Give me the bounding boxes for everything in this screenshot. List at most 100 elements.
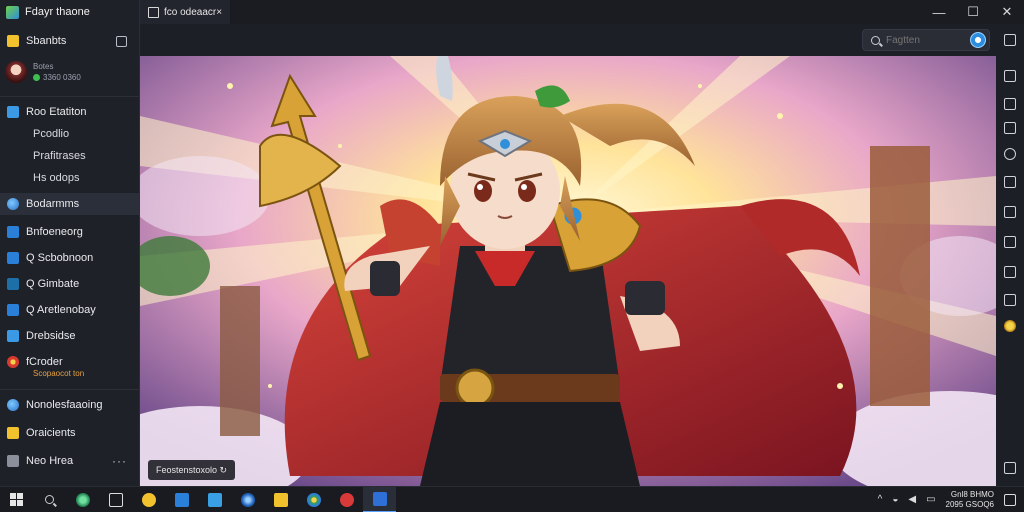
taskbar-app[interactable] xyxy=(132,487,165,512)
diamond-icon xyxy=(7,399,19,411)
divider xyxy=(0,96,139,97)
minimize-button[interactable]: — xyxy=(922,0,956,24)
share-icon[interactable] xyxy=(1004,266,1016,278)
taskbar-app-active[interactable] xyxy=(363,486,396,512)
sidebar-subitem[interactable]: Pcodlio xyxy=(0,123,139,145)
avatar[interactable] xyxy=(5,61,27,83)
edit-icon[interactable] xyxy=(1004,206,1016,218)
maximize-button[interactable]: ☐ xyxy=(956,0,990,24)
sidebar-item-sublabel: Scopaocot ton xyxy=(33,369,85,378)
grid-icon xyxy=(7,278,19,290)
main-image-viewer[interactable]: Feostenstoxolo ↻ xyxy=(140,56,996,486)
more-options-icon[interactable]: ··· xyxy=(112,454,127,468)
tab-label: fco odeaacr× xyxy=(164,6,223,18)
taskbar-app[interactable] xyxy=(165,487,198,512)
window-titlebar: fco odeaacr× — ☐ ✕ xyxy=(140,0,1024,24)
history-icon[interactable] xyxy=(1004,148,1016,160)
sidebar-item-home[interactable]: Roo Etatiton xyxy=(0,101,139,123)
sidebar-item-label: Oraicients xyxy=(26,427,76,439)
app-logo-icon xyxy=(6,5,19,19)
edge-icon xyxy=(240,492,255,507)
app-title: Fdayr thaone xyxy=(25,6,90,18)
taskbar-app[interactable] xyxy=(198,487,231,512)
search-icon xyxy=(871,35,880,45)
taskbar-app[interactable] xyxy=(66,487,99,512)
sidebar-item-label: Q Aretlenobay xyxy=(26,304,96,316)
sidebar-item-label: Q Scbobnoon xyxy=(26,252,94,264)
wifi-icon[interactable]: ◒ xyxy=(892,494,898,505)
battery-icon[interactable]: ▭ xyxy=(926,494,935,505)
taskbar-app[interactable] xyxy=(231,487,264,512)
taskbar-search-button[interactable] xyxy=(33,487,66,512)
profile-card[interactable]: Botes 3360 0360 xyxy=(0,52,139,92)
close-button[interactable]: ✕ xyxy=(990,0,1024,24)
sidebar-item[interactable]: Q Gimbate xyxy=(0,273,139,295)
sidebar-item[interactable]: Drebsidse xyxy=(0,325,139,347)
clock[interactable]: Gnl8 BHMO 2095 GSOQ6 xyxy=(946,490,994,510)
sidebar-subitem[interactable]: Prafitrases xyxy=(0,145,139,167)
fullscreen-icon[interactable] xyxy=(1004,462,1016,474)
clock-time: Gnl8 BHMO xyxy=(950,489,994,499)
search-input[interactable] xyxy=(886,34,956,46)
markup-icon[interactable] xyxy=(1004,294,1016,306)
bookmark-icon[interactable] xyxy=(1004,236,1016,248)
tab-page-icon xyxy=(148,6,159,18)
online-status-icon xyxy=(33,74,40,82)
sidebar-subitem[interactable]: Hs odops xyxy=(0,167,139,189)
sidebar-header[interactable]: Sbanbts xyxy=(0,30,139,52)
widgets-icon xyxy=(141,492,156,507)
premium-icon[interactable] xyxy=(1004,320,1016,332)
sidebar-item-label: Pcodlio xyxy=(33,128,70,140)
system-tray: ^ ◒ ◀ ▭ Gnl8 BHMO 2095 GSOQ6 xyxy=(878,490,1024,510)
chevron-up-icon[interactable]: ^ xyxy=(878,494,883,505)
photos-icon xyxy=(207,492,222,507)
sidebar-item-label: Nonolesfaaoing xyxy=(26,399,103,411)
app-titlebar: Fdayr thaone xyxy=(0,0,139,24)
sidebar: Fdayr thaone Sbanbts Botes 3360 0360 Roo… xyxy=(0,0,140,486)
taskbar-app[interactable] xyxy=(99,487,132,512)
copilot-icon[interactable] xyxy=(970,32,986,48)
sidebar-header-label: Sbanbts xyxy=(26,35,67,47)
compose-icon[interactable] xyxy=(116,35,127,47)
sidebar-item-label: Neo Hrea xyxy=(26,455,74,467)
home-icon xyxy=(7,106,19,118)
start-button[interactable] xyxy=(0,487,33,512)
sidebar-item[interactable]: Nonolesfaaoing xyxy=(0,394,139,416)
image-caption: Feostenstoxolo ↻ xyxy=(148,460,236,480)
sidebar-item-active[interactable]: Bodarmms xyxy=(0,193,139,215)
sidebar-item[interactable]: Q Aretlenobay xyxy=(0,299,139,321)
volume-icon[interactable]: ◀ xyxy=(908,494,916,505)
chat-icon xyxy=(7,226,19,238)
search-box[interactable] xyxy=(862,29,990,51)
divider xyxy=(0,389,139,390)
mail-icon xyxy=(7,455,19,467)
crop-icon[interactable] xyxy=(1004,70,1016,82)
search-icon xyxy=(45,495,54,504)
layers-icon[interactable] xyxy=(1004,98,1016,110)
taskbar-app[interactable] xyxy=(264,487,297,512)
right-tool-rail xyxy=(996,24,1024,486)
profile-name: Botes xyxy=(33,62,54,71)
filter-icon[interactable] xyxy=(1004,176,1016,188)
taskbar-app[interactable] xyxy=(330,487,363,512)
toolbar xyxy=(140,24,996,56)
taskbar-app[interactable] xyxy=(297,487,330,512)
file-explorer-icon xyxy=(273,492,288,507)
adjust-icon[interactable] xyxy=(1004,122,1016,134)
sidebar-item[interactable]: Q Scbobnoon xyxy=(0,247,139,269)
expand-icon[interactable] xyxy=(1004,34,1016,46)
sidebar-item[interactable]: Bnfoeneorg xyxy=(0,221,139,243)
anime-hero-illustration xyxy=(140,56,996,486)
lock-icon xyxy=(7,427,19,439)
box-icon xyxy=(7,330,19,342)
chrome-icon xyxy=(306,492,321,507)
clock-date: 2095 GSOQ6 xyxy=(945,499,994,509)
tab-active[interactable]: fco odeaacr× xyxy=(140,0,231,24)
windows-logo-icon xyxy=(10,493,23,506)
sidebar-item[interactable]: Neo Hrea ··· xyxy=(0,450,139,472)
notification-icon[interactable] xyxy=(1004,493,1016,506)
sidebar-item-label: Drebsidse xyxy=(26,330,76,342)
sidebar-item[interactable]: Oraicients xyxy=(0,422,139,444)
folder-icon xyxy=(7,35,19,47)
taskbar: ^ ◒ ◀ ▭ Gnl8 BHMO 2095 GSOQ6 xyxy=(0,486,1024,512)
